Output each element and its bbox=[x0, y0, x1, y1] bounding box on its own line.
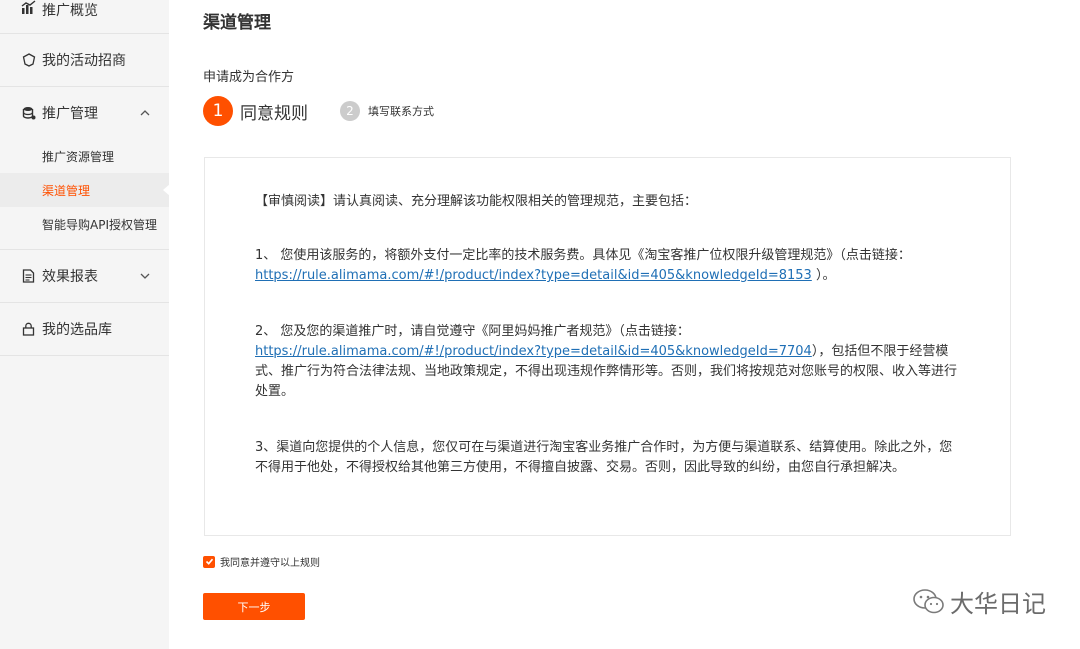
rule-item-1: 1、 您使用该服务的，将额外支付一定比率的技术服务费。具体见《淘宝客推广位权限升… bbox=[255, 246, 960, 286]
sidebar-group-activity: 我的活动招商 bbox=[0, 34, 169, 87]
rule-text: 2、 您及您的渠道推广时，请自觉遵守《阿里妈妈推广者规范》（点击链接： bbox=[255, 324, 690, 339]
sidebar-item-label: 我的选品库 bbox=[42, 322, 112, 338]
rule-item-3: 3、渠道向您提供的个人信息，您仅可在与渠道进行淘宝客业务推广合作时，为方便与渠道… bbox=[255, 440, 953, 475]
shield-icon bbox=[21, 53, 36, 68]
step-number: 2 bbox=[340, 101, 360, 121]
chevron-down-icon[interactable] bbox=[139, 270, 151, 282]
agree-checkbox-row[interactable]: 我同意并遵守以上规则 bbox=[203, 554, 320, 569]
sidebar-submenu: 推广资源管理 渠道管理 智能导购API授权管理 bbox=[0, 139, 170, 249]
sidebar: 推广概览 我的活动招商 推广管理 推广资源管理 渠道管理 智能导购API授权管理 bbox=[0, 0, 170, 649]
step-agree-rules: 1 同意规则 bbox=[203, 96, 308, 126]
sidebar-item-api-auth-manage[interactable]: 智能导购API授权管理 bbox=[0, 207, 169, 241]
step-contact-info: 2 填写联系方式 bbox=[340, 101, 434, 121]
sidebar-group-library: 我的选品库 bbox=[0, 303, 169, 356]
sidebar-item-label: 推广管理 bbox=[42, 106, 98, 122]
rule-item-2: 2、 您及您的渠道推广时，请自觉遵守《阿里妈妈推广者规范》（点击链接： http… bbox=[255, 322, 960, 402]
bar-chart-icon bbox=[21, 0, 36, 15]
rule-text-tail: ）。 bbox=[815, 268, 836, 283]
wechat-icon bbox=[912, 588, 946, 616]
lock-icon bbox=[21, 322, 36, 337]
rule-link-8153[interactable]: https://rule.alimama.com/#!/product/inde… bbox=[255, 268, 812, 283]
step-number: 1 bbox=[203, 96, 233, 126]
sidebar-item-report[interactable]: 效果报表 bbox=[0, 250, 169, 302]
rule-text: 1、 您使用该服务的，将额外支付一定比率的技术服务费。具体见《淘宝客推广位权限升… bbox=[255, 248, 911, 263]
rules-panel[interactable]: 【审慎阅读】请认真阅读、充分理解该功能权限相关的管理规范，主要包括： 1、 您使… bbox=[204, 157, 1011, 536]
next-step-button[interactable]: 下一步 bbox=[203, 593, 305, 620]
chevron-up-icon[interactable] bbox=[139, 107, 151, 119]
sidebar-group-promo-manage: 推广管理 推广资源管理 渠道管理 智能导购API授权管理 bbox=[0, 87, 170, 250]
watermark: 大华日记 bbox=[912, 584, 1046, 619]
watermark-text: 大华日记 bbox=[950, 590, 1046, 618]
sidebar-item-library[interactable]: 我的选品库 bbox=[0, 303, 169, 355]
step-indicator: 1 同意规则 2 填写联系方式 bbox=[203, 96, 466, 126]
sidebar-item-channel-manage[interactable]: 渠道管理 bbox=[0, 173, 170, 207]
sidebar-item-resource-manage[interactable]: 推广资源管理 bbox=[0, 139, 169, 173]
sidebar-item-activity[interactable]: 我的活动招商 bbox=[0, 34, 169, 86]
page-title: 渠道管理 bbox=[203, 13, 271, 33]
check-icon bbox=[205, 558, 213, 565]
sidebar-item-label: 我的活动招商 bbox=[42, 53, 126, 69]
document-icon bbox=[21, 269, 36, 284]
sidebar-group-report: 效果报表 bbox=[0, 250, 169, 303]
agree-checkbox[interactable] bbox=[203, 555, 215, 568]
section-title: 申请成为合作方 bbox=[203, 70, 295, 85]
agree-label: 我同意并遵守以上规则 bbox=[220, 558, 320, 569]
sidebar-group-overview: 推广概览 bbox=[0, 0, 169, 34]
sidebar-item-label: 推广概览 bbox=[42, 3, 98, 19]
rule-link-7704[interactable]: https://rule.alimama.com/#!/product/inde… bbox=[255, 344, 812, 359]
main-content: 渠道管理 申请成为合作方 1 同意规则 2 填写联系方式 【审慎阅读】请认真阅读… bbox=[169, 0, 1080, 649]
sidebar-item-promo-manage[interactable]: 推广管理 bbox=[0, 87, 169, 139]
sidebar-item-overview[interactable]: 推广概览 bbox=[0, 0, 169, 33]
step-label: 填写联系方式 bbox=[368, 105, 434, 118]
step-label: 同意规则 bbox=[240, 103, 308, 124]
sidebar-item-label: 效果报表 bbox=[42, 269, 98, 285]
rules-intro: 【审慎阅读】请认真阅读、充分理解该功能权限相关的管理规范，主要包括： bbox=[255, 194, 698, 209]
database-icon bbox=[21, 106, 36, 121]
